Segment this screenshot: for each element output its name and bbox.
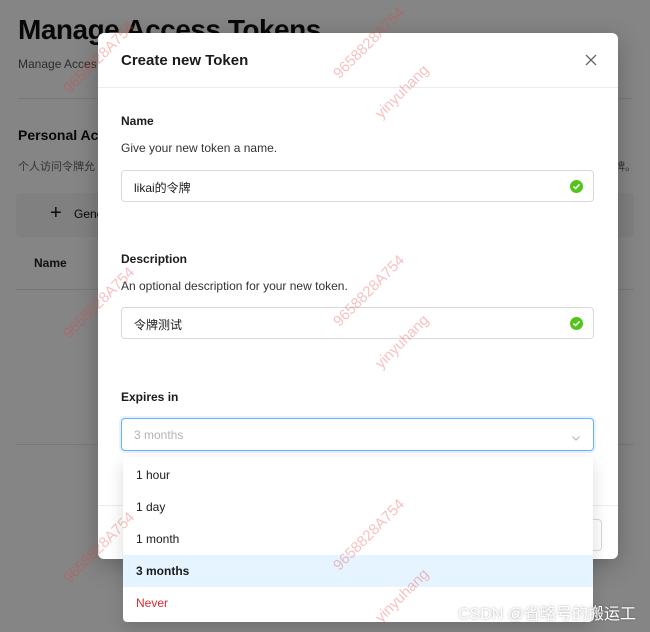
check-circle-icon bbox=[570, 180, 583, 193]
expires-dropdown: 1 hour 1 day 1 month 3 months Never bbox=[123, 457, 593, 622]
option-3-months[interactable]: 3 months bbox=[123, 555, 593, 587]
expires-select-value: 3 months bbox=[134, 428, 184, 442]
description-input-value: 令牌测试 bbox=[134, 318, 183, 332]
name-label: Name bbox=[121, 114, 154, 128]
expires-label: Expires in bbox=[121, 390, 179, 404]
close-icon[interactable] bbox=[582, 51, 600, 69]
option-1-month[interactable]: 1 month bbox=[123, 523, 593, 555]
description-label: Description bbox=[121, 252, 188, 266]
expires-select[interactable]: 3 months bbox=[121, 418, 594, 451]
name-help-text: Give your new token a name. bbox=[121, 141, 278, 155]
modal-header: Create new Token bbox=[98, 33, 618, 88]
option-1-day[interactable]: 1 day bbox=[123, 491, 593, 523]
modal-title: Create new Token bbox=[121, 52, 249, 69]
description-help-text: An optional description for your new tok… bbox=[121, 279, 348, 293]
option-1-hour[interactable]: 1 hour bbox=[123, 459, 593, 491]
csdn-watermark: CSDN @省略号的搬运工 bbox=[457, 606, 636, 623]
description-input[interactable]: 令牌测试 bbox=[121, 307, 594, 339]
name-input-value: likai的令牌 bbox=[134, 181, 191, 195]
name-input[interactable]: likai的令牌 bbox=[121, 170, 594, 202]
check-circle-icon bbox=[570, 317, 583, 330]
chevron-down-icon bbox=[571, 430, 581, 441]
